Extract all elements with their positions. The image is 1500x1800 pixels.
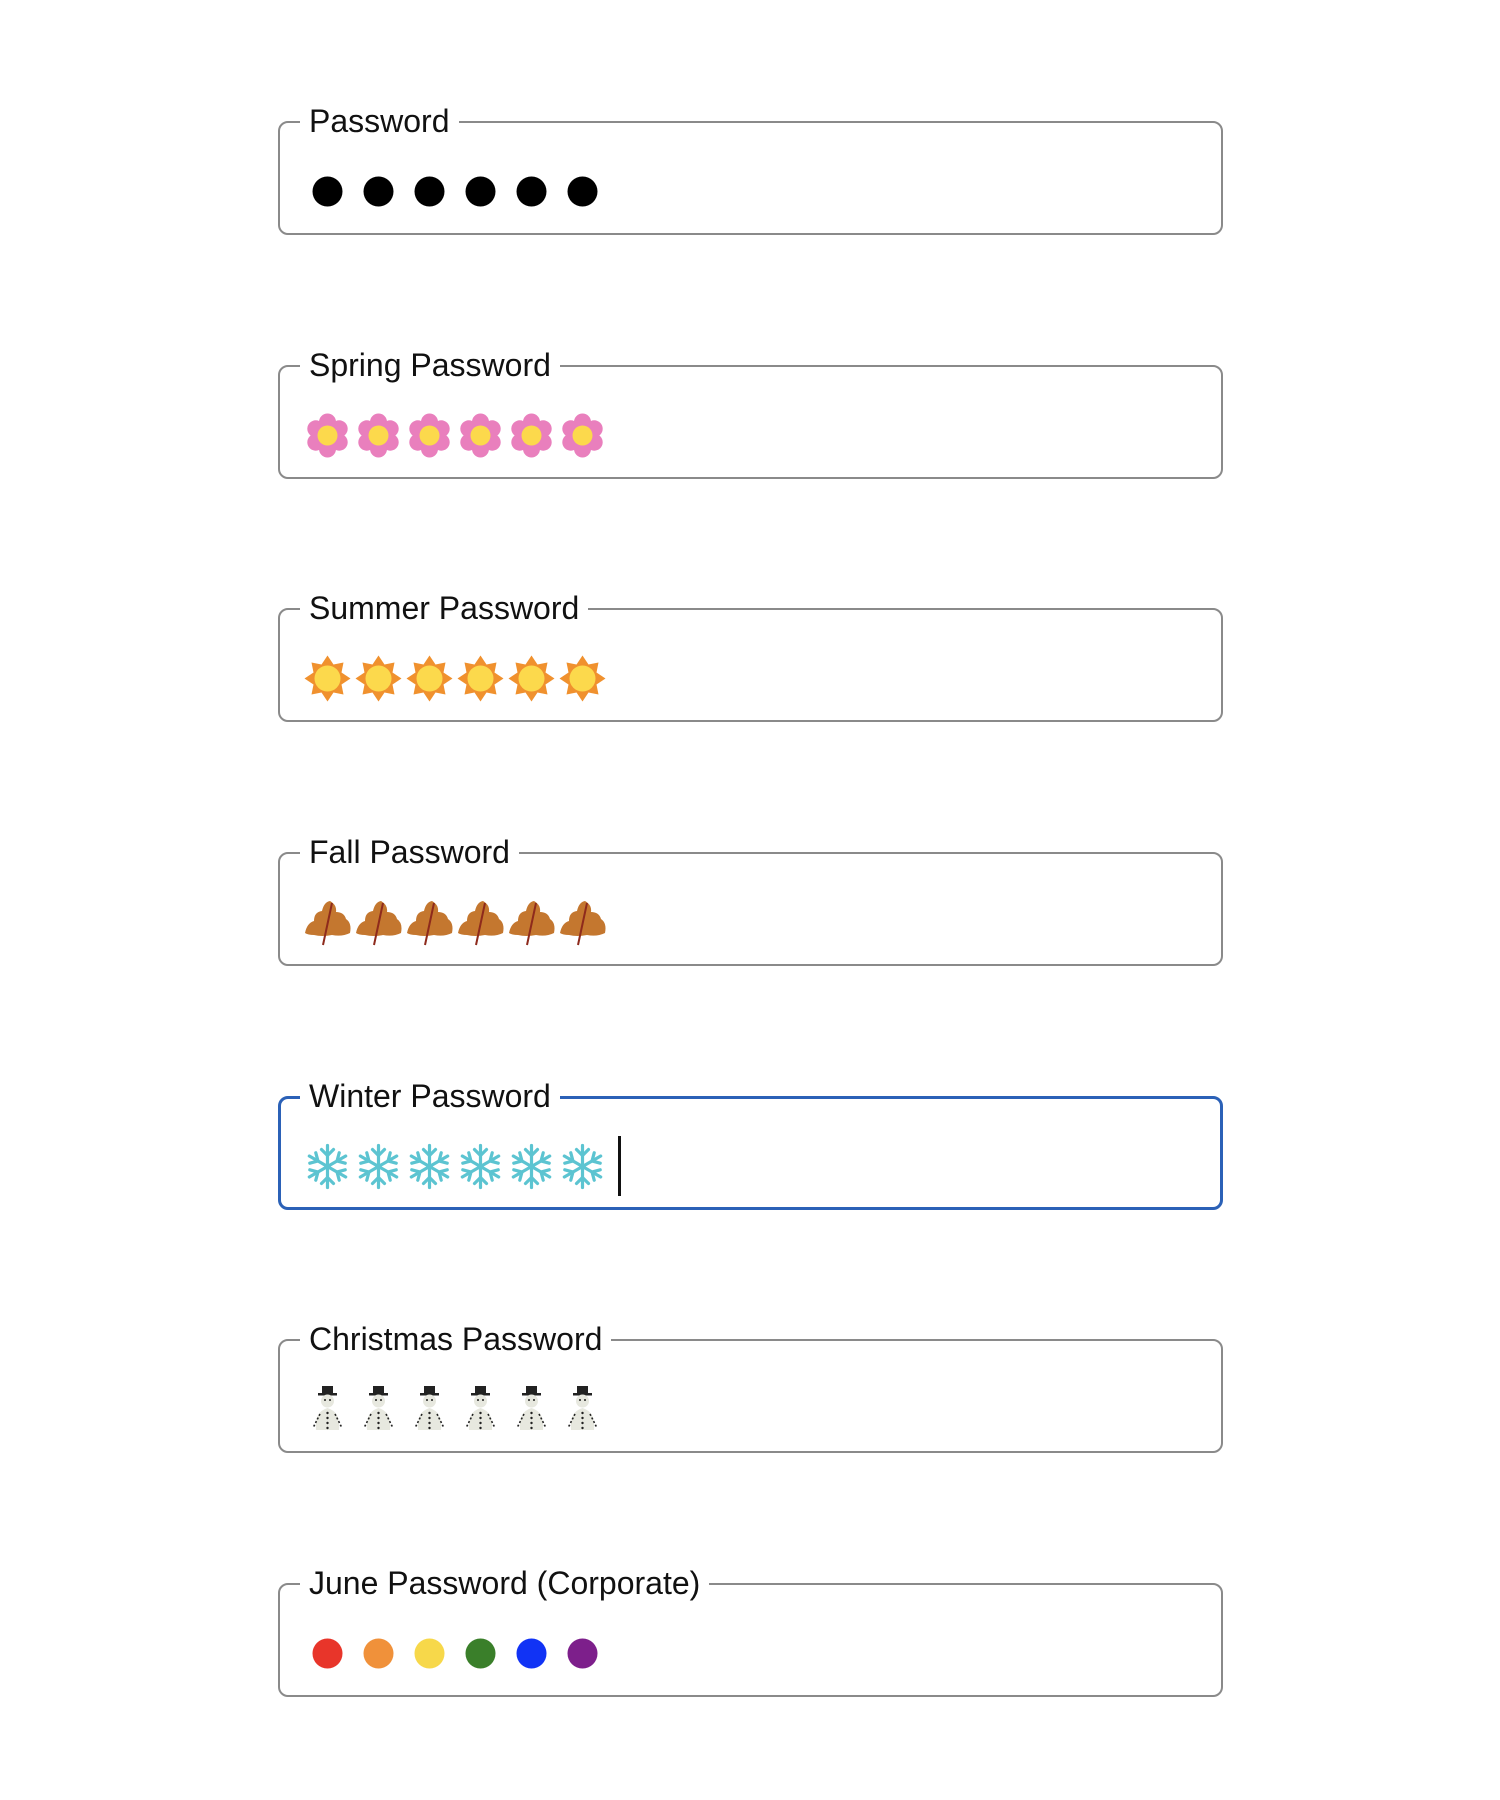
black-dot-icon [516,176,547,206]
spring-password-label: Spring Password [300,345,560,385]
snowman-icon [465,1385,496,1430]
june-password-corporate-label: June Password (Corporate) [300,1563,710,1603]
autumn-leaf-icon [356,900,402,945]
christmas-password-field[interactable]: Christmas Password [278,1319,1223,1453]
password-label: Password [300,101,459,141]
spring-password-field[interactable]: Spring Password [278,345,1223,479]
password-value [302,161,608,221]
spring-password-value [302,405,608,465]
snowflake-icon [358,1143,399,1189]
yellow-dot-icon [414,1638,445,1668]
snowflake-icon [409,1143,450,1189]
green-dot-icon [465,1638,496,1668]
pink-flower-icon [358,413,399,457]
black-dot-icon [363,176,394,206]
purple-dot-icon [567,1638,598,1668]
snowflake-icon [562,1143,603,1189]
june-password-corporate-value [302,1623,608,1683]
christmas-password-value [302,1379,608,1439]
fall-password-value [302,892,608,952]
winter-password-value [302,1136,621,1196]
autumn-leaf-icon [458,900,504,945]
black-dot-icon [465,176,496,206]
snowman-icon [312,1385,343,1430]
red-dot-icon [312,1638,343,1668]
sun-icon [406,655,453,701]
summer-password-label: Summer Password [300,588,589,628]
snowflake-icon [460,1143,501,1189]
orange-dot-icon [363,1638,394,1668]
snowman-icon [516,1385,547,1430]
autumn-leaf-icon [560,900,606,945]
sun-icon [304,655,351,701]
pink-flower-icon [307,413,348,457]
fall-password-field[interactable]: Fall Password [278,832,1223,966]
pink-flower-icon [562,413,603,457]
winter-password-label: Winter Password [300,1076,560,1116]
autumn-leaf-icon [509,900,555,945]
black-dot-icon [567,176,598,206]
june-password-corporate-field[interactable]: June Password (Corporate) [278,1563,1223,1697]
autumn-leaf-icon [305,900,351,945]
snowman-icon [414,1385,445,1430]
christmas-password-label: Christmas Password [300,1319,612,1359]
sun-icon [457,655,504,701]
summer-password-field[interactable]: Summer Password [278,588,1223,722]
sun-icon [355,655,402,701]
snowman-icon [363,1385,394,1430]
black-dot-icon [312,176,343,206]
fall-password-label: Fall Password [300,832,519,872]
summer-password-value [302,648,608,708]
black-dot-icon [414,176,445,206]
password-field[interactable]: Password [278,101,1223,235]
text-caret [618,1136,621,1196]
pink-flower-icon [409,413,450,457]
snowflake-icon [307,1143,348,1189]
snowflake-icon [511,1143,552,1189]
sun-icon [559,655,606,701]
snowman-icon [567,1385,598,1430]
blue-dot-icon [516,1638,547,1668]
sun-icon [508,655,555,701]
winter-password-field[interactable]: Winter Password [278,1076,1223,1210]
autumn-leaf-icon [407,900,453,945]
pink-flower-icon [511,413,552,457]
pink-flower-icon [460,413,501,457]
